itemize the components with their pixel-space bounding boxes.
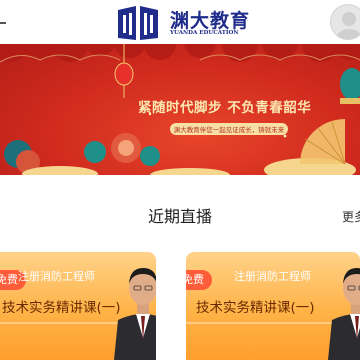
promo-banner[interactable]: 紧随时代脚步 不负青春韶华 渊大教育伴您一起见证成长，铸就未来 [0, 44, 360, 175]
instructor-photo [114, 268, 156, 360]
logo-text[interactable]: 渊大教育 [170, 6, 250, 33]
live-course-card[interactable]: 免费 注册消防工程师 技术实务精讲课(一) [186, 252, 360, 360]
banner-slogan: 紧随时代脚步 不负青春韶华 [138, 100, 312, 116]
live-course-card[interactable]: 免费 注册消防工程师 技术实务精讲课(一) [0, 252, 156, 360]
user-avatar-icon[interactable] [330, 4, 360, 40]
card-title: 技术实务精讲课(一) [196, 300, 315, 316]
hamburger-menu-icon[interactable] [0, 22, 6, 24]
section-title: 近期直播 [147, 207, 212, 226]
banner-pill: 渊大教育伴您一起见证成长，铸就未来 [170, 123, 288, 135]
free-badge: 免费 [186, 270, 212, 290]
card-title: 技术实务精讲课(一) [2, 300, 121, 316]
more-link[interactable]: 更多 [342, 208, 360, 225]
card-subtitle: 注册消防工程师 [234, 270, 311, 283]
book-icon [118, 6, 158, 40]
logo-subtext: YUANDA EDUCATION [170, 30, 239, 36]
app-header: 渊大教育 YUANDA EDUCATION [0, 0, 360, 44]
banner-pill-text: 渊大教育伴您一起见证成长，铸就未来 [173, 126, 285, 134]
instructor-photo [328, 268, 360, 360]
card-subtitle: 注册消防工程师 [18, 270, 95, 283]
